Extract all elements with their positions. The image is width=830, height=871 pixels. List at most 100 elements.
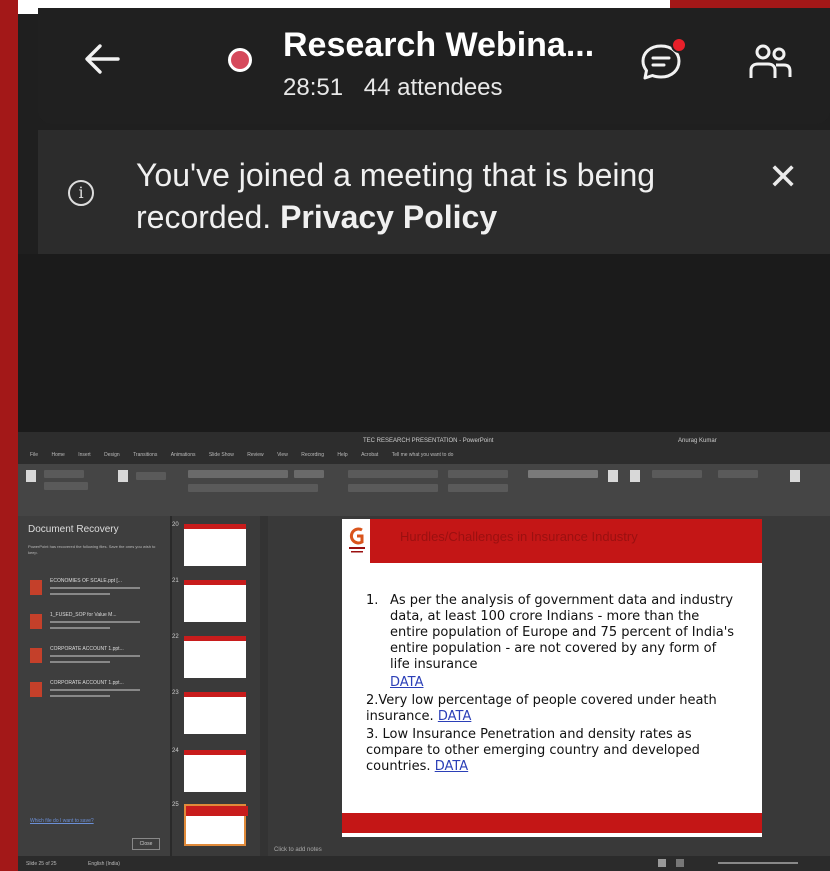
menu-transitions[interactable]: Transitions [133,452,157,458]
recovered-file[interactable]: CORPORATE ACCOUNT 1.ppt... [30,678,160,708]
shapes-gallery[interactable] [528,470,598,478]
ppt-menubar: File Home Insert Design Transitions Anim… [18,452,830,464]
college-logo-icon [348,525,366,557]
menu-insert[interactable]: Insert [78,452,91,458]
recording-indicator-icon [228,48,252,72]
recovered-file-name: CORPORATE ACCOUNT 1.ppt... [50,646,124,652]
menu-file[interactable]: File [30,452,38,458]
menu-design[interactable]: Design [104,452,120,458]
point-1-text: As per the analysis of government data a… [390,593,735,672]
slide-thumbnail[interactable] [184,636,246,678]
thumb-header [184,580,246,585]
point-1: 1. As per the analysis of government dat… [366,593,736,673]
ppt-file-icon [30,682,42,697]
thumb-header [186,806,248,816]
menu-tell-me[interactable]: Tell me what you want to do [392,452,454,458]
info-icon: i [68,180,94,206]
slide-header-bar: Hurdles/Challenges in Insurance Industry [370,519,762,563]
data-link[interactable]: DATA [435,759,469,774]
file-detail-line [50,587,140,589]
find-replace[interactable] [718,470,758,478]
menu-view[interactable]: View [277,452,288,458]
file-detail-line [50,661,110,663]
arrange-icon[interactable] [608,470,618,482]
slide-thumbnail[interactable] [184,750,246,792]
ppt-user: Anurag Kumar [678,438,717,444]
slide-footer-bar [342,813,762,833]
slide-thumbnail[interactable] [184,580,246,622]
data-link[interactable]: DATA [438,709,472,724]
recovered-file-name: ECONOMIES OF SCALE.ppt [... [50,578,122,584]
ribbon-clipboard[interactable] [44,470,84,478]
font-name-box[interactable] [188,470,288,478]
slide-body: 1. As per the analysis of government dat… [366,593,736,775]
thumb-number: 24 [172,748,179,754]
slide-thumbnails: 20 21 22 23 24 25 [172,516,260,856]
shared-screen-powerpoint: TEC RESEARCH PRESENTATION - PowerPoint A… [18,432,830,871]
ppt-ribbon [18,464,830,516]
ppt-statusbar: Slide 25 of 25 English (India) [18,856,830,871]
ppt-titlebar: TEC RESEARCH PRESENTATION - PowerPoint A… [18,432,830,452]
file-detail-line [50,655,140,657]
recovered-file-name: CORPORATE ACCOUNT 1.ppt... [50,680,124,686]
thumbnail-scrollbar[interactable] [260,516,268,856]
recovered-file[interactable]: 1_FUSED_SOP for Value M... [30,610,160,640]
font-size-box[interactable] [294,470,324,478]
new-slide-icon[interactable] [118,470,128,482]
chat-icon[interactable] [636,36,687,86]
thumb-header [184,524,246,529]
back-arrow-icon[interactable] [80,36,126,82]
point-1-number: 1. [366,593,379,608]
point-2: 2.Very low percentage of people covered … [366,693,736,725]
normal-view-icon[interactable] [658,859,666,867]
zoom-slider[interactable] [718,862,798,864]
recovered-file-name: 1_FUSED_SOP for Value M... [50,612,117,618]
current-slide[interactable]: Hurdles/Challenges in Insurance Industry… [342,519,762,837]
participants-icon[interactable] [746,38,796,88]
paste-icon[interactable] [26,470,36,482]
quick-styles-icon[interactable] [630,470,640,482]
menu-review[interactable]: Review [247,452,263,458]
meeting-header: Research Webina... 28:51 44 attendees [38,8,830,124]
slide-thumbnail-selected[interactable] [184,804,248,846]
data-link[interactable]: DATA [390,675,424,690]
file-detail-line [50,695,110,697]
ppt-file-icon [30,648,42,663]
recovery-subtitle: PowerPoint has recovered the following f… [28,544,156,555]
text-direction[interactable] [448,470,508,478]
privacy-policy-link[interactable]: Privacy Policy [280,199,497,235]
slide-heading: Hurdles/Challenges in Insurance Industry [400,529,638,544]
menu-acrobat[interactable]: Acrobat [361,452,378,458]
document-recovery-pane: Document Recovery PowerPoint has recover… [18,516,170,856]
which-file-link[interactable]: Which file do I want to save? [30,818,94,824]
thumb-number: 22 [172,634,179,640]
recording-notice-banner: i You've joined a meeting that is being … [38,130,830,254]
menu-animations[interactable]: Animations [171,452,196,458]
sorter-view-icon[interactable] [676,859,684,867]
font-format-row[interactable] [188,484,318,492]
slide-thumbnail[interactable] [184,692,246,734]
notes-hint[interactable]: Click to add notes [274,847,322,853]
recovery-close-button[interactable]: Close [132,838,160,850]
ribbon-copy[interactable] [44,482,88,490]
ribbon-layout[interactable] [136,472,166,480]
recovered-file[interactable]: CORPORATE ACCOUNT 1.ppt... [30,644,160,674]
point-3: 3. Low Insurance Penetration and density… [366,727,736,775]
menu-home[interactable]: Home [51,452,64,458]
paragraph-row-2[interactable] [348,484,438,492]
recovered-file[interactable]: ECONOMIES OF SCALE.ppt [... [30,576,160,606]
file-detail-line [50,593,110,595]
thumb-number: 25 [172,802,179,808]
shape-fill[interactable] [652,470,702,478]
menu-slideshow[interactable]: Slide Show [209,452,234,458]
ppt-window-title: TEC RESEARCH PRESENTATION - PowerPoint [363,438,494,444]
acrobat-icon[interactable] [790,470,800,482]
menu-help[interactable]: Help [337,452,347,458]
menu-recording[interactable]: Recording [301,452,324,458]
video-gap-area [18,254,830,434]
paragraph-row-1[interactable] [348,470,438,478]
slide-thumbnail[interactable] [184,524,246,566]
close-icon[interactable]: ✕ [768,156,798,198]
point-3-text: 3. Low Insurance Penetration and density… [366,727,700,774]
align-text[interactable] [448,484,508,492]
